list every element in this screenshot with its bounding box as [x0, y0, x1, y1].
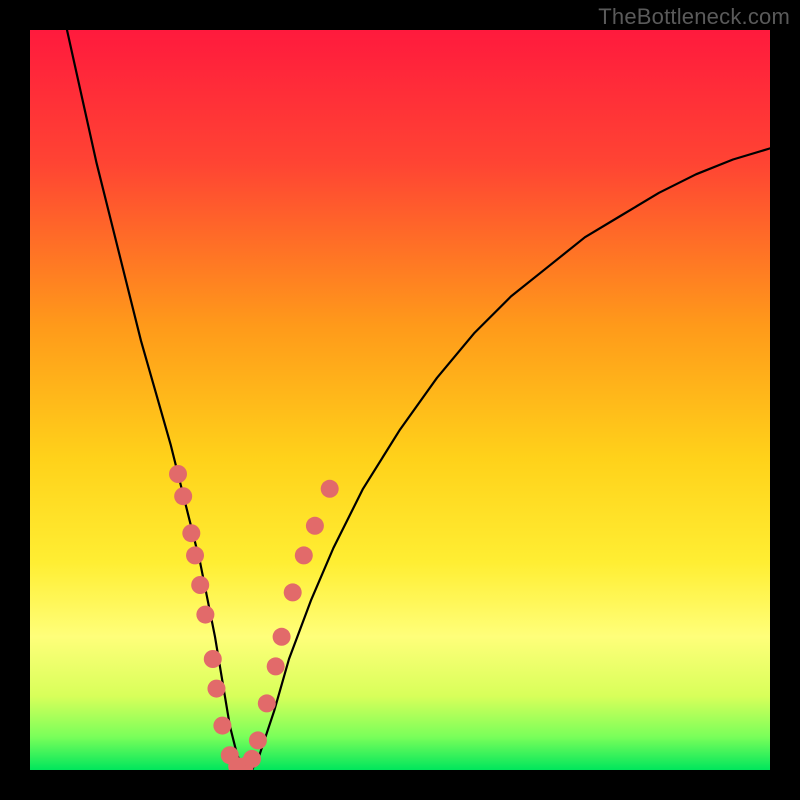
- highlight-dot: [284, 583, 302, 601]
- highlight-dot: [249, 731, 267, 749]
- highlight-dot: [306, 517, 324, 535]
- highlight-dot: [213, 717, 231, 735]
- highlight-dot: [258, 694, 276, 712]
- gradient-background: [30, 30, 770, 770]
- highlight-dot: [295, 546, 313, 564]
- watermark-text: TheBottleneck.com: [598, 4, 790, 30]
- chart-svg: [30, 30, 770, 770]
- highlight-dot: [243, 750, 261, 768]
- highlight-dot: [321, 480, 339, 498]
- plot-area: [30, 30, 770, 770]
- highlight-dot: [196, 606, 214, 624]
- highlight-dot: [182, 524, 200, 542]
- highlight-dot: [267, 657, 285, 675]
- highlight-dot: [169, 465, 187, 483]
- highlight-dot: [191, 576, 209, 594]
- highlight-dot: [204, 650, 222, 668]
- outer-frame: TheBottleneck.com: [0, 0, 800, 800]
- highlight-dot: [186, 546, 204, 564]
- highlight-dot: [207, 680, 225, 698]
- highlight-dot: [273, 628, 291, 646]
- highlight-dot: [174, 487, 192, 505]
